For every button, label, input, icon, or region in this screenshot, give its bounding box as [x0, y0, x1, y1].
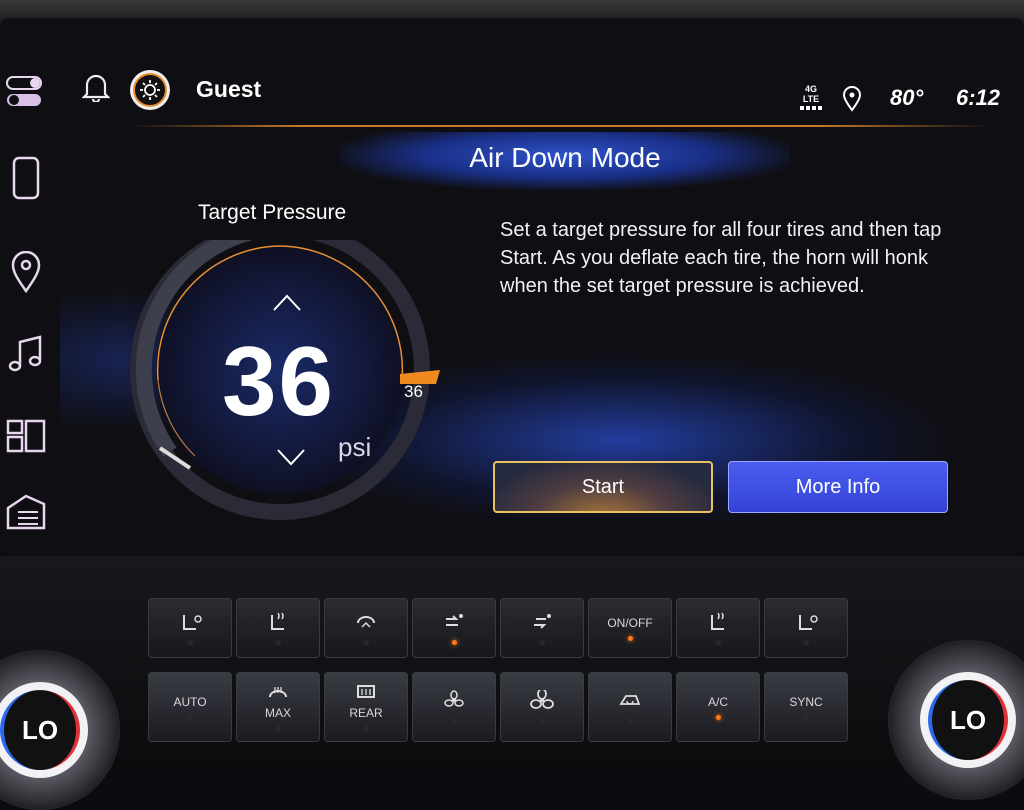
indicator-led [627, 635, 633, 641]
climate-row2-label-2: MAX [264, 706, 291, 720]
right-knob-face: LO [920, 672, 1016, 768]
sidebar [0, 60, 60, 540]
climate-row1-button-4[interactable] [412, 598, 496, 658]
indicator-led [275, 726, 281, 731]
clock: 6:12 [956, 85, 1001, 110]
fan-low-icon [442, 690, 466, 713]
indicator-led [363, 726, 369, 731]
indicator-led [539, 640, 545, 645]
rear-defrost-icon [354, 683, 378, 706]
phone-icon[interactable] [4, 156, 48, 200]
network-label-4g: 4G [804, 84, 817, 94]
network-indicator: 4G LTE [796, 84, 826, 110]
climate-row2-button-1[interactable]: AUTO [148, 672, 232, 742]
climate-row2-button-8[interactable]: SYNC [764, 672, 848, 742]
airflow-upper-icon [442, 611, 466, 634]
climate-row1-button-2[interactable] [236, 598, 320, 658]
network-label-lte: LTE [802, 94, 820, 104]
indicator-led [715, 640, 721, 645]
indicator-led [803, 714, 809, 720]
climate-row2-label-7: A/C [707, 694, 728, 709]
climate-row2-button-3[interactable]: REAR [324, 672, 408, 742]
climate-row1-button-1[interactable] [148, 598, 232, 658]
left-knob-ring: LO [0, 690, 80, 770]
climate-row1-button-8[interactable] [764, 598, 848, 658]
outside-temperature: 80° [890, 85, 924, 110]
indicator-led [451, 640, 457, 645]
user-name[interactable]: Guest [196, 76, 261, 103]
fan-high-icon [530, 688, 554, 713]
location-status-icon [842, 86, 862, 116]
bell-icon[interactable] [81, 72, 111, 106]
climate-row2-button-4[interactable] [412, 672, 496, 742]
climate-row2-button-6[interactable] [588, 672, 672, 742]
decrease-pressure-button[interactable] [276, 448, 306, 472]
indicator-led [275, 640, 281, 645]
indicator-led [187, 714, 193, 720]
indicator-led [363, 640, 369, 645]
recirculation-icon [618, 690, 642, 713]
instructions-text: Set a target pressure for all four tires… [500, 219, 942, 297]
location-pin-icon[interactable] [4, 250, 48, 294]
indicator-led [803, 640, 809, 645]
apps-grid-icon[interactable] [4, 414, 48, 458]
climate-row2-button-7[interactable]: A/C [676, 672, 760, 742]
climate-row1-button-7[interactable] [676, 598, 760, 658]
indicator-led [627, 719, 633, 724]
heated-seat-icon [706, 611, 730, 634]
left-knob-face: LO [0, 682, 88, 778]
pressure-unit: psi [338, 432, 372, 462]
heated-cooled-seat-icon [794, 611, 818, 634]
right-knob-temp: LO [949, 704, 987, 735]
climate-row1-label-6: ON/OFF [607, 615, 653, 630]
airflow-lower-icon [530, 611, 554, 634]
defrost-vent-icon [354, 611, 378, 634]
target-pressure-value: 36 [222, 326, 336, 436]
more-info-button[interactable]: More Info [728, 461, 948, 513]
music-note-icon[interactable] [4, 332, 48, 376]
indicator-led [451, 719, 457, 724]
climate-row2-label-8: SYNC [789, 694, 823, 709]
signal-bars-icon [800, 106, 822, 110]
max-defrost-icon [266, 683, 290, 706]
climate-row1-button-6[interactable]: ON/OFF [588, 598, 672, 658]
left-knob-temp: LO [21, 714, 59, 745]
increase-pressure-button[interactable] [272, 292, 302, 316]
climate-row1-button-3[interactable] [324, 598, 408, 658]
target-pressure-label: Target Pressure [198, 201, 347, 224]
heated-cooled-seat-icon [178, 611, 202, 634]
vehicle-settings-icon[interactable] [4, 490, 48, 534]
header-divider [130, 125, 990, 127]
climate-row2-label-1: AUTO [173, 694, 207, 709]
climate-row1-button-5[interactable] [500, 598, 584, 658]
sun-settings-icon[interactable] [130, 70, 170, 110]
indicator-led [715, 714, 721, 720]
right-knob-ring: LO [928, 680, 1008, 760]
indicator-led [187, 640, 193, 645]
climate-row2-button-5[interactable] [500, 672, 584, 742]
heated-seat-icon [266, 611, 290, 634]
indicator-led [539, 719, 545, 724]
climate-row2-label-3: REAR [349, 706, 383, 720]
start-button[interactable]: Start [493, 461, 713, 513]
dial-marker-value: 36 [404, 382, 423, 401]
climate-row2-button-2[interactable]: MAX [236, 672, 320, 742]
toggles-icon[interactable] [4, 70, 48, 114]
page-title: Air Down Mode [469, 142, 661, 173]
